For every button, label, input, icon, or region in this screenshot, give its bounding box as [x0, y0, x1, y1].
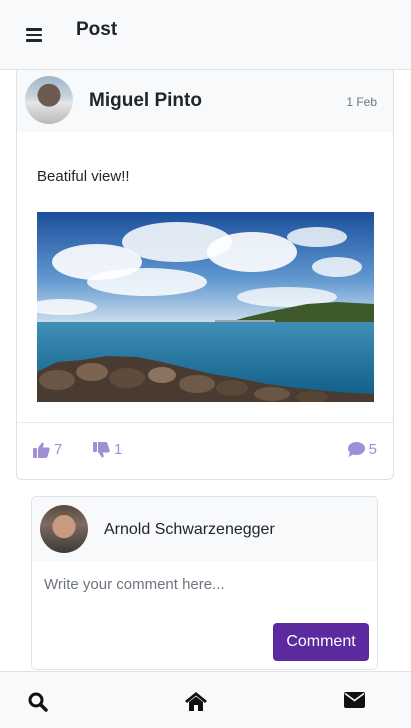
thumbs-up-icon: [33, 442, 50, 458]
post-text: Beatiful view!!: [37, 168, 130, 185]
post-date: 1 Feb: [346, 95, 377, 109]
page-title: Post: [76, 19, 118, 40]
post-reactions-bar: 7 1 5: [17, 422, 393, 479]
search-icon[interactable]: [28, 692, 48, 717]
comment-icon: [347, 442, 365, 457]
comment-card: Arnold Schwarzenegger Comment: [31, 496, 378, 670]
home-icon[interactable]: [185, 692, 207, 716]
comments-button[interactable]: 5: [347, 441, 377, 458]
hamburger-menu-icon[interactable]: [26, 28, 42, 42]
comment-user-name: Arnold Schwarzenegger: [104, 521, 275, 538]
post-author-name[interactable]: Miguel Pinto: [89, 90, 202, 112]
comment-count: 5: [368, 441, 377, 458]
user-avatar[interactable]: [40, 505, 88, 553]
top-bar: Post: [0, 0, 411, 70]
like-button[interactable]: 7: [33, 441, 62, 458]
thumbs-down-icon: [93, 441, 110, 457]
author-avatar[interactable]: [25, 76, 73, 124]
comment-input[interactable]: [44, 569, 364, 599]
dislike-count: 1: [114, 441, 123, 458]
post-image[interactable]: [37, 212, 374, 402]
post-card: Miguel Pinto 1 Feb Beatiful view!! 7 1 5: [16, 70, 394, 480]
post-header: Miguel Pinto 1 Feb: [17, 70, 393, 132]
comment-header: Arnold Schwarzenegger: [32, 497, 377, 561]
bottom-nav: [0, 671, 411, 728]
comment-button[interactable]: Comment: [273, 623, 369, 661]
envelope-icon[interactable]: [344, 692, 365, 713]
dislike-button[interactable]: 1: [93, 441, 122, 458]
like-count: 7: [54, 441, 63, 458]
